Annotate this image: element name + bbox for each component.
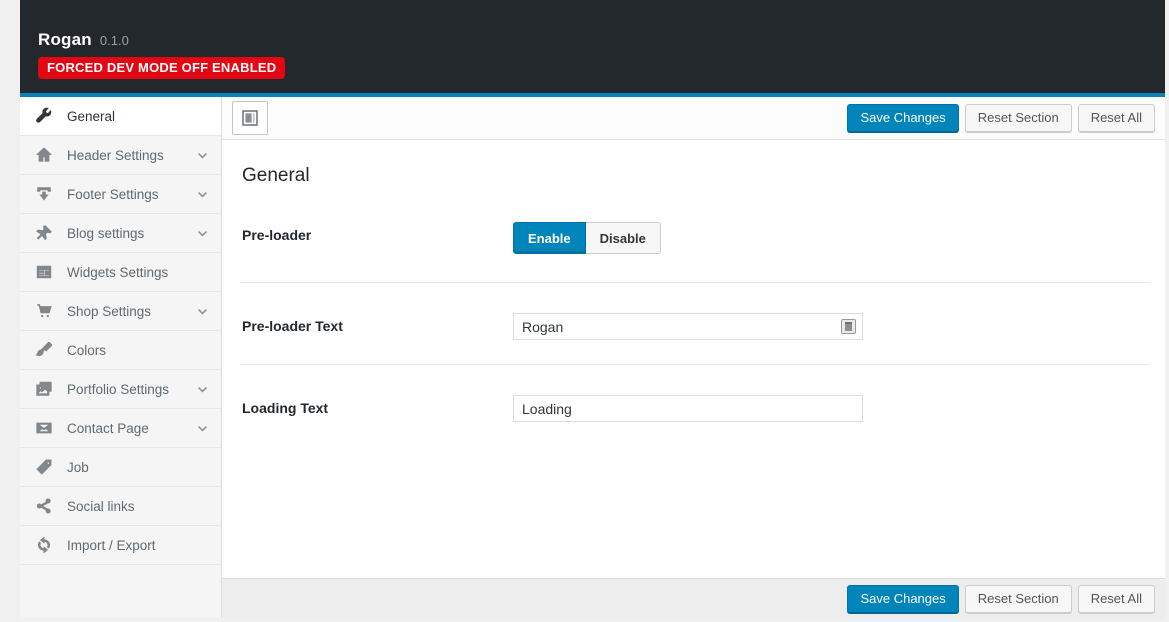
sidebar-filler <box>20 565 221 618</box>
preloader-buttonset: Enable Disable <box>513 222 661 254</box>
field-row-preloader: Pre-loader Enable Disable <box>240 187 1150 283</box>
sidebar-item-contact-page[interactable]: Contact Page <box>20 409 221 448</box>
wrench-icon <box>34 106 54 126</box>
sidebar-item-label: Header Settings <box>67 148 164 163</box>
sidebar-item-label: Contact Page <box>67 421 149 436</box>
sidebar-item-label: Footer Settings <box>67 187 159 202</box>
reset-section-button[interactable]: Reset Section <box>965 104 1072 132</box>
sidebar-item-header-settings[interactable]: Header Settings <box>20 136 221 175</box>
expand-options-button[interactable] <box>232 101 268 135</box>
main-area: Save Changes Reset Section Reset All Gen… <box>222 97 1165 618</box>
footer-icon <box>34 184 54 204</box>
chevron-down-icon <box>196 422 209 435</box>
sidebar-item-label: Portfolio Settings <box>67 382 169 397</box>
pushpin-icon <box>34 223 54 243</box>
top-toolbar: Save Changes Reset Section Reset All <box>222 97 1165 140</box>
share-icon <box>34 496 54 516</box>
sidebar-item-social-links[interactable]: Social links <box>20 487 221 526</box>
save-changes-button-bottom[interactable]: Save Changes <box>847 585 958 613</box>
sidebar-item-colors[interactable]: Colors <box>20 331 221 370</box>
chevron-down-icon <box>196 305 209 318</box>
layout-expand-icon <box>240 108 260 128</box>
bottom-toolbar: Save Changes Reset Section Reset All <box>222 578 1165 618</box>
sidebar-item-job[interactable]: Job <box>20 448 221 487</box>
theme-options-panel: Rogan 0.1.0 FORCED DEV MODE OFF ENABLED … <box>20 0 1165 618</box>
images-icon <box>34 379 54 399</box>
sidebar-item-label: Social links <box>67 499 135 514</box>
sidebar-item-portfolio-settings[interactable]: Portfolio Settings <box>20 370 221 409</box>
theme-version: 0.1.0 <box>100 33 129 48</box>
preloader-enable-option[interactable]: Enable <box>513 222 586 254</box>
sidebar-item-label: Import / Export <box>67 538 156 553</box>
reset-all-button-bottom[interactable]: Reset All <box>1078 585 1155 613</box>
chevron-down-icon <box>196 188 209 201</box>
cart-icon <box>34 301 54 321</box>
brush-icon <box>34 340 54 360</box>
sidebar-item-blog-settings[interactable]: Blog settings <box>20 214 221 253</box>
reset-section-button-bottom[interactable]: Reset Section <box>965 585 1072 613</box>
chevron-down-icon <box>196 227 209 240</box>
save-changes-button[interactable]: Save Changes <box>847 104 958 132</box>
home-icon <box>34 145 54 165</box>
panel-header: Rogan 0.1.0 FORCED DEV MODE OFF ENABLED <box>20 0 1165 93</box>
sidebar-item-footer-settings[interactable]: Footer Settings <box>20 175 221 214</box>
chevron-down-icon <box>196 149 209 162</box>
section-content: General Pre-loader Enable Disable Pre-lo… <box>222 140 1165 578</box>
dev-mode-badge: FORCED DEV MODE OFF ENABLED <box>38 57 285 79</box>
sidebar-item-label: Widgets Settings <box>67 265 168 280</box>
preloader-disable-option[interactable]: Disable <box>586 222 661 254</box>
field-row-preloader-text: Pre-loader Text <box>240 283 1150 365</box>
sidebar-item-label: General <box>67 109 115 124</box>
sidebar-item-general[interactable]: General <box>20 97 221 136</box>
tag-icon <box>34 457 54 477</box>
sidebar-item-label: Colors <box>67 343 106 358</box>
sidebar-item-import-export[interactable]: Import / Export <box>20 526 221 565</box>
sync-icon <box>34 535 54 555</box>
section-title: General <box>242 165 1150 187</box>
sidebar-item-label: Shop Settings <box>67 304 151 319</box>
widgets-icon <box>34 262 54 282</box>
field-label: Pre-loader Text <box>242 313 513 334</box>
sidebar-item-shop-settings[interactable]: Shop Settings <box>20 292 221 331</box>
loading-text-input[interactable] <box>513 395 863 422</box>
input-extension-icon[interactable] <box>841 319 856 334</box>
field-row-loading-text: Loading Text <box>240 365 1150 446</box>
reset-all-button[interactable]: Reset All <box>1078 104 1155 132</box>
sidebar-item-widgets-settings[interactable]: Widgets Settings <box>20 253 221 292</box>
settings-sidebar: General Header Settings Footer Settings <box>20 97 222 618</box>
sidebar-item-label: Job <box>67 460 89 475</box>
sidebar-item-label: Blog settings <box>67 226 144 241</box>
field-label: Loading Text <box>242 395 513 416</box>
theme-name: Rogan <box>38 30 92 50</box>
preloader-text-input[interactable] <box>513 313 863 340</box>
chevron-down-icon <box>196 383 209 396</box>
field-label: Pre-loader <box>242 222 513 243</box>
email-icon <box>34 418 54 438</box>
